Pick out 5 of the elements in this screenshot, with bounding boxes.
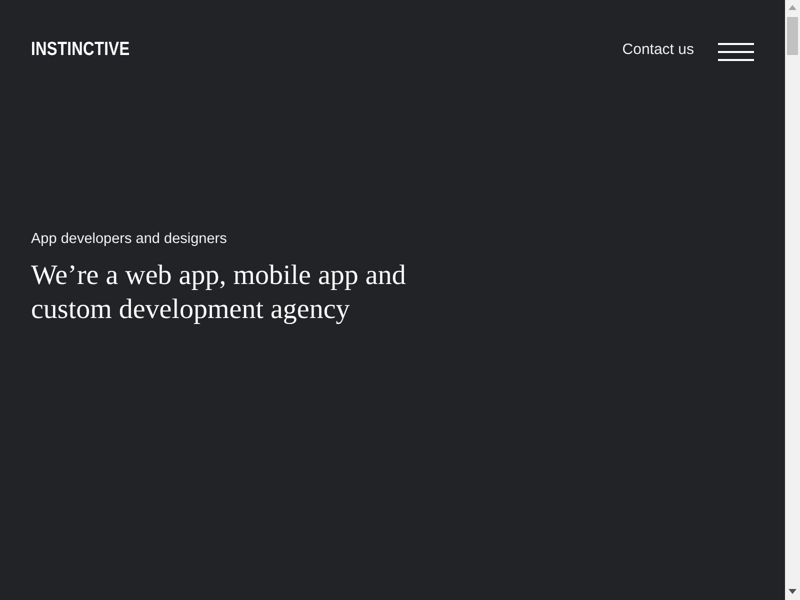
contact-link[interactable]: Contact us <box>622 38 694 62</box>
menu-button[interactable] <box>718 40 754 60</box>
logo[interactable]: INSTINCTIVE <box>31 36 130 64</box>
hero-headline: We’re a web app, mobile app and custom development agency <box>31 258 407 327</box>
hero-subtitle: App developers and designers <box>31 230 228 249</box>
